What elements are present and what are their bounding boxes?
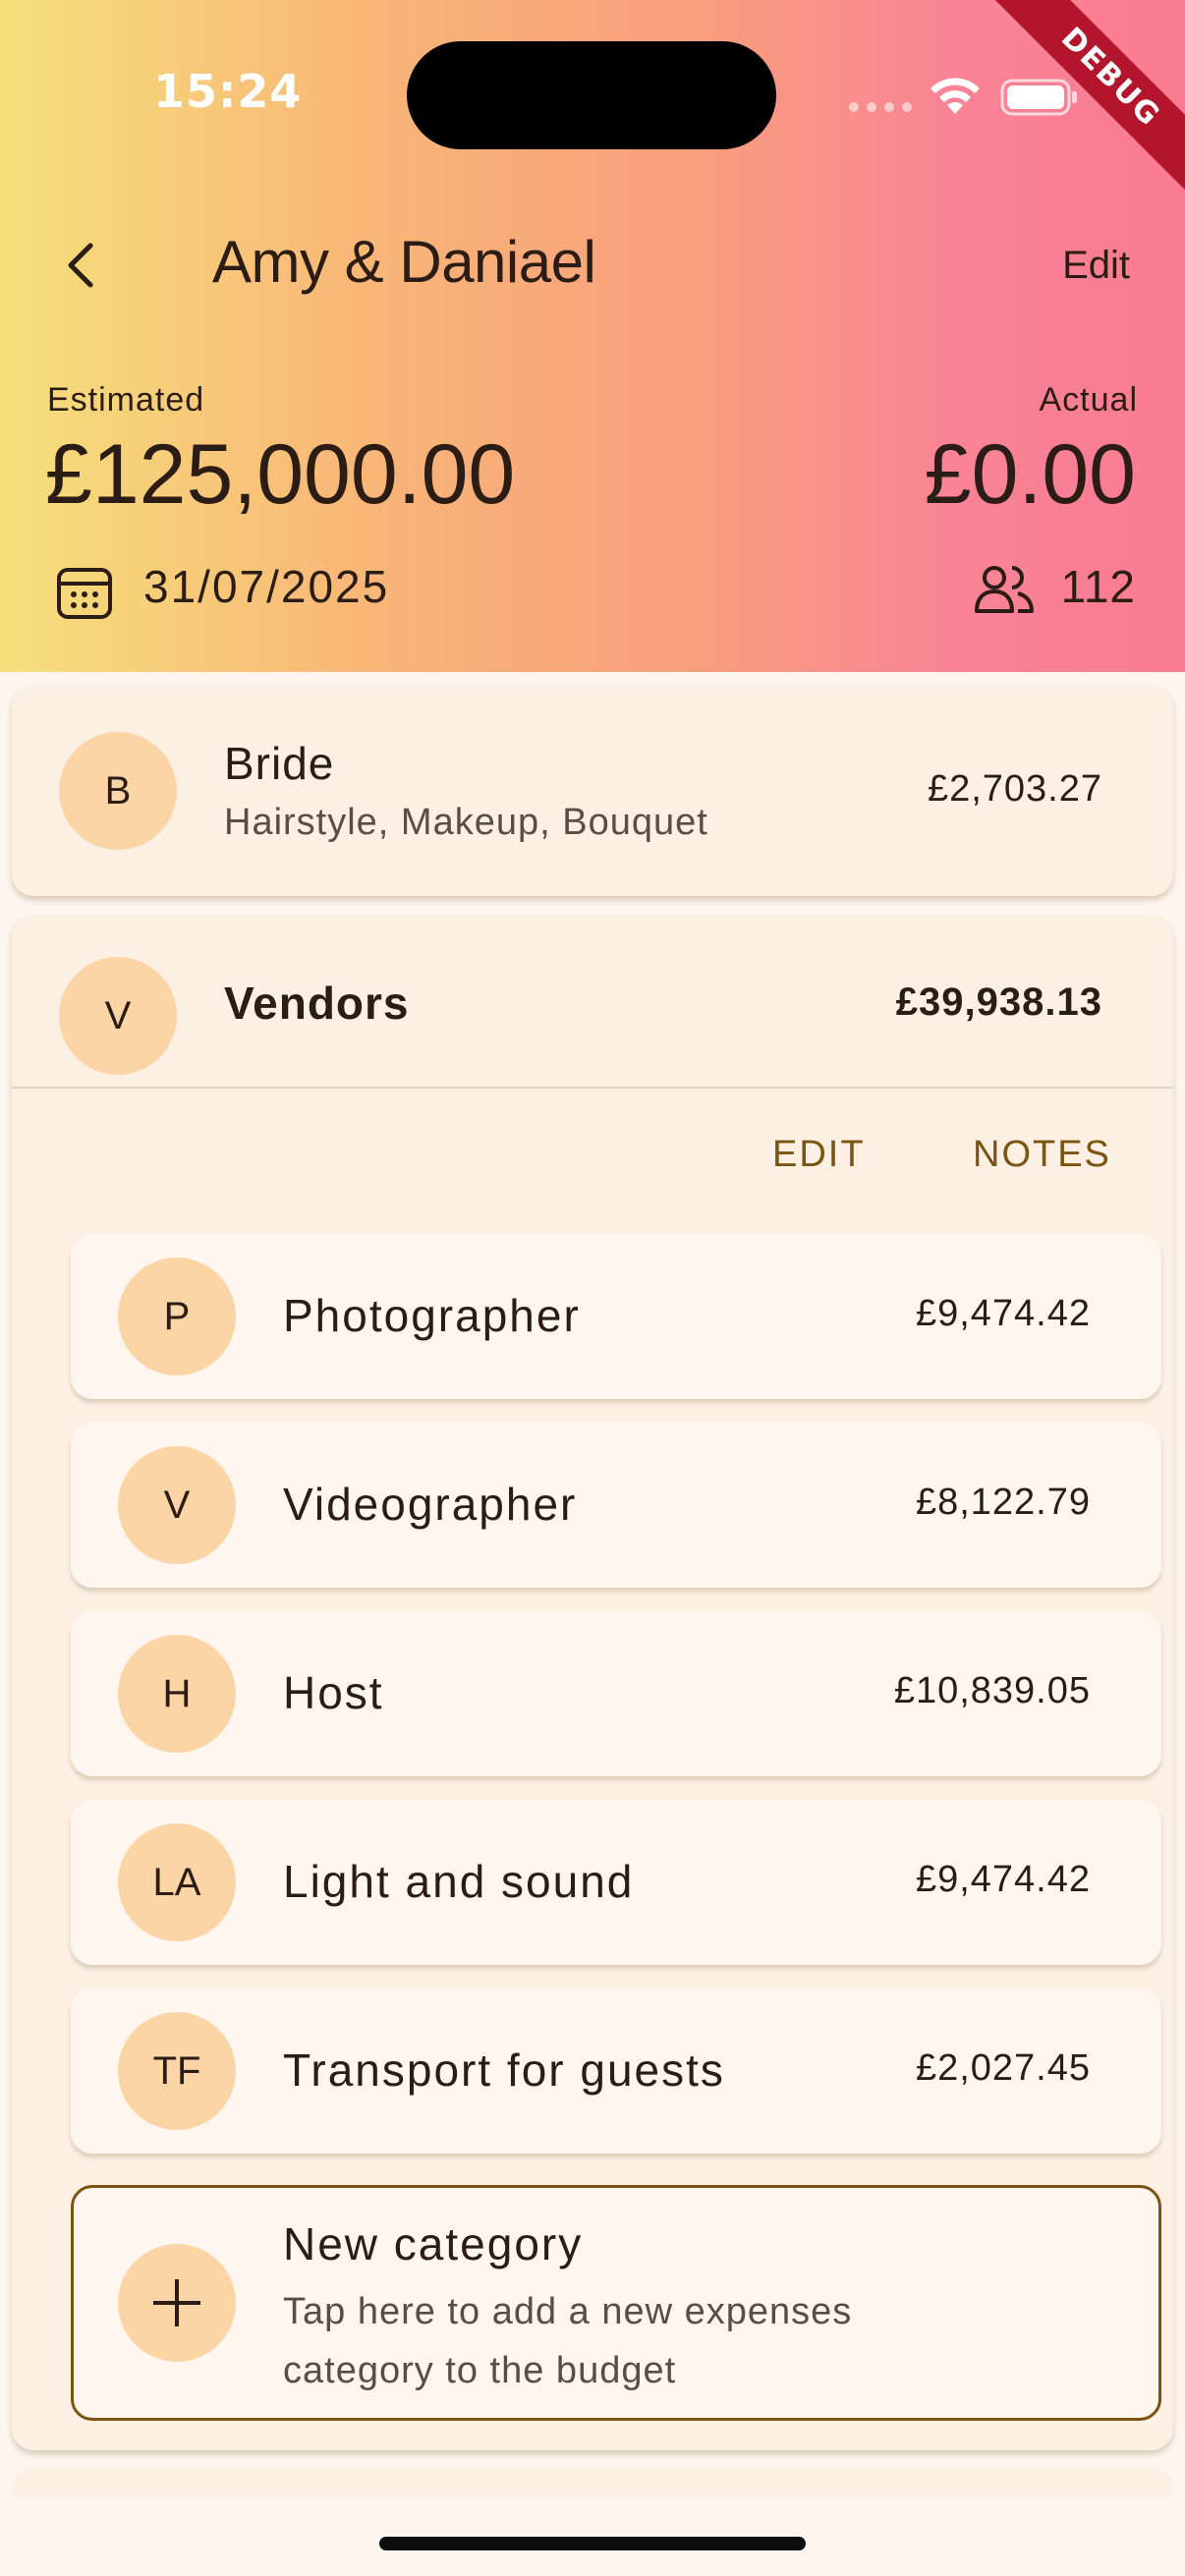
actual-label: Actual [1039,381,1138,419]
avatar: TF [118,2012,236,2130]
subcategory-label: Light and sound [283,1856,635,1907]
subcategory-amount: £8,122.79 [915,1482,1091,1523]
actual-value: £0.00 [924,427,1136,522]
event-date: 31/07/2025 [143,561,390,612]
subcategory-label: Host [283,1667,384,1718]
new-category-button[interactable]: New category Tap here to add a new expen… [71,2185,1161,2421]
page-title: Amy & Daniael [212,229,596,295]
category-name: Bride [224,738,335,789]
dynamic-island [407,41,776,149]
signal-icon [849,102,912,112]
avatar: B [59,732,177,850]
category-card-vendors: V Vendors £39,938.13 EDIT NOTES P Photog… [12,916,1173,2450]
subcategory-host[interactable]: H Host £10,839.05 [71,1611,1161,1776]
subcategory-label: Transport for guests [283,2044,725,2096]
home-indicator[interactable] [379,2537,806,2550]
new-category-description: Tap here to add a new expenses category … [283,2291,853,2391]
subcategory-amount: £9,474.42 [915,1293,1091,1334]
edit-button[interactable]: Edit [1062,244,1130,288]
divider [12,1087,1173,1089]
subcategory-amount: £9,474.42 [915,1859,1091,1900]
estimated-value: £125,000.00 [45,427,516,522]
calendar-icon [57,568,112,619]
category-card-bride[interactable]: B Bride Hairstyle, Makeup, Bouquet £2,70… [12,686,1173,896]
subcategory-label: Videographer [283,1479,578,1530]
notes-button[interactable]: NOTES [973,1134,1111,1176]
avatar: H [118,1635,236,1753]
next-card-peek [12,2468,1173,2497]
category-name: Vendors [224,978,410,1029]
chevron-left-icon[interactable] [57,236,106,295]
category-subtitle: Hairstyle, Makeup, Bouquet [224,802,708,843]
status-time: 15:24 [153,65,303,118]
subcategory-amount: £10,839.05 [893,1670,1091,1711]
subcategory-photographer[interactable]: P Photographer £9,474.42 [71,1234,1161,1399]
avatar: P [118,1258,236,1375]
people-icon [975,566,1034,613]
category-amount: £39,938.13 [895,980,1102,1024]
edit-category-button[interactable]: EDIT [772,1134,866,1176]
budget-header: 15:24 DEBUG Amy & Daniael Edit Estimated… [0,0,1185,672]
debug-banner: DEBUG [969,0,1185,216]
avatar: LA [118,1823,236,1941]
category-amount: £2,703.27 [927,768,1102,810]
subcategory-label: Photographer [283,1290,581,1341]
vendors-header[interactable]: V Vendors £39,938.13 [12,916,1173,1087]
guest-count: 112 [1060,561,1136,612]
subcategory-transport[interactable]: TF Transport for guests £2,027.45 [71,1988,1161,2154]
subcategory-amount: £2,027.45 [915,2047,1091,2089]
new-category-title: New category [283,2218,584,2269]
subcategory-light-and-sound[interactable]: LA Light and sound £9,474.42 [71,1800,1161,1965]
avatar: V [118,1446,236,1564]
plus-icon [118,2244,236,2362]
estimated-label: Estimated [47,381,205,419]
subcategory-videographer[interactable]: V Videographer £8,122.79 [71,1423,1161,1588]
avatar: V [59,957,177,1075]
